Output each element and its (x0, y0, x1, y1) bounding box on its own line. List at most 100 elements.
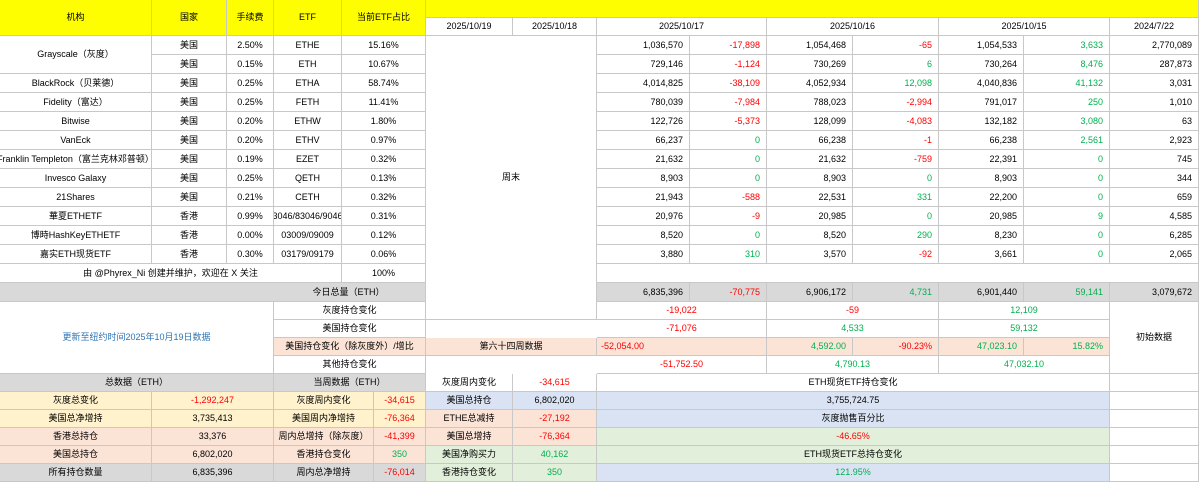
fee[interactable]: 0.99% (227, 207, 274, 226)
institution-name[interactable]: Bitwise (0, 112, 152, 131)
country[interactable]: 美国 (152, 55, 227, 74)
summary-mid-label[interactable]: 周内总净增持 (274, 464, 374, 482)
summary-current-label[interactable]: 当周数据（ETH） (274, 374, 426, 392)
country[interactable]: 美国 (152, 93, 227, 112)
gray-week-value[interactable]: -34,615 (513, 374, 597, 392)
change-value-1017[interactable]: -71,076 (597, 320, 767, 338)
holding-0722[interactable]: 2,923 (1110, 131, 1199, 150)
holding-1016[interactable]: 8,520 (767, 226, 853, 245)
etf-share[interactable]: 1.80% (342, 112, 426, 131)
change-1015[interactable]: 41,132 (1024, 74, 1110, 93)
date-2025-10-18[interactable]: 2025/10/18 (513, 18, 597, 36)
holding-1015[interactable]: 22,200 (939, 188, 1024, 207)
daily-total-1015[interactable]: 6,901,440 (939, 283, 1024, 302)
change-value-1017[interactable]: -51,752.50 (597, 356, 767, 374)
summary-right-value[interactable]: 6,802,020 (513, 392, 597, 410)
etf-ticker[interactable]: 3046/83046/9046 (274, 207, 342, 226)
holding-1015[interactable]: 8,903 (939, 169, 1024, 188)
summary-right-label[interactable]: 香港持仓变化 (426, 464, 513, 482)
change-pct-1015[interactable]: 15.82% (1024, 338, 1110, 356)
country[interactable]: 香港 (152, 245, 227, 264)
daily-total-change-1015[interactable]: 59,141 (1024, 283, 1110, 302)
change-value-1016[interactable]: 4,790.13 (767, 356, 939, 374)
change-1016[interactable]: 290 (853, 226, 939, 245)
holding-0722[interactable]: 4,585 (1110, 207, 1199, 226)
change-label[interactable]: 灰度持仓变化 (274, 302, 426, 320)
blank[interactable] (1110, 374, 1199, 392)
holding-0722[interactable]: 3,031 (1110, 74, 1199, 93)
summary-right-value[interactable]: 40,162 (513, 446, 597, 464)
summary-left-label[interactable]: 香港总持仓 (0, 428, 152, 446)
holding-1015[interactable]: 66,238 (939, 131, 1024, 150)
summary-mid-value[interactable]: -34,615 (374, 392, 426, 410)
holding-1016[interactable]: 20,985 (767, 207, 853, 226)
institution-name[interactable]: VanEck (0, 131, 152, 150)
change-1016[interactable]: -1 (853, 131, 939, 150)
update-note[interactable]: 更新至纽约时间2025年10月19日数据 (0, 302, 274, 374)
blank[interactable] (1110, 464, 1199, 482)
holding-0722[interactable]: 2,770,089 (1110, 36, 1199, 55)
etf-share[interactable]: 0.12% (342, 226, 426, 245)
holding-1017[interactable]: 8,903 (597, 169, 690, 188)
summary-right-label[interactable]: ETHE总减持 (426, 410, 513, 428)
etf-share[interactable]: 15.16% (342, 36, 426, 55)
holding-1016[interactable]: 8,903 (767, 169, 853, 188)
holding-1015[interactable]: 791,017 (939, 93, 1024, 112)
header-etf[interactable]: ETF (274, 0, 342, 36)
change-1017[interactable]: -1,124 (690, 55, 767, 74)
summary-right-value[interactable]: -27,192 (513, 410, 597, 428)
holding-0722[interactable]: 344 (1110, 169, 1199, 188)
summary-left-value[interactable]: 33,376 (152, 428, 274, 446)
etf-change-title[interactable]: ETH现货ETF持仓变化 (597, 374, 1110, 392)
country[interactable]: 美国 (152, 112, 227, 131)
blank[interactable] (1110, 410, 1199, 428)
holding-0722[interactable]: 287,873 (1110, 55, 1199, 74)
change-1016[interactable]: 12,098 (853, 74, 939, 93)
holding-1015[interactable]: 4,040,836 (939, 74, 1024, 93)
etf-share[interactable]: 0.06% (342, 245, 426, 264)
holding-1017[interactable]: 66,237 (597, 131, 690, 150)
etf-ticker[interactable]: ETHE (274, 36, 342, 55)
country[interactable]: 美国 (152, 188, 227, 207)
blank[interactable] (1110, 428, 1199, 446)
change-1016[interactable]: 0 (853, 207, 939, 226)
fee[interactable]: 0.20% (227, 112, 274, 131)
holding-1017[interactable]: 3,880 (597, 245, 690, 264)
change-1015[interactable]: 2,561 (1024, 131, 1110, 150)
holding-0722[interactable]: 2,065 (1110, 245, 1199, 264)
summary-far-value[interactable]: ETH现货ETF总持仓变化 (597, 446, 1110, 464)
credit-share[interactable]: 100% (342, 264, 426, 283)
etf-share[interactable]: 58.74% (342, 74, 426, 93)
country[interactable]: 香港 (152, 207, 227, 226)
blank[interactable] (1110, 392, 1199, 410)
institution-name[interactable]: 嘉实ETH现货ETF (0, 245, 152, 264)
change-1017[interactable]: -17,898 (690, 36, 767, 55)
summary-left-value[interactable]: 3,735,413 (152, 410, 274, 428)
change-1017[interactable]: -9 (690, 207, 767, 226)
holding-1015[interactable]: 22,391 (939, 150, 1024, 169)
summary-right-label[interactable]: 美国总增持 (426, 428, 513, 446)
summary-right-label[interactable]: 美国总持仓 (426, 392, 513, 410)
summary-total-label[interactable]: 总数据（ETH） (0, 374, 274, 392)
holding-1017[interactable]: 20,976 (597, 207, 690, 226)
holding-1017[interactable]: 21,632 (597, 150, 690, 169)
summary-mid-value[interactable]: -76,014 (374, 464, 426, 482)
fee[interactable]: 0.21% (227, 188, 274, 207)
holding-1016[interactable]: 3,570 (767, 245, 853, 264)
etf-ticker[interactable]: QETH (274, 169, 342, 188)
country[interactable]: 香港 (152, 226, 227, 245)
country[interactable]: 美国 (152, 131, 227, 150)
change-value-1015[interactable]: 59,132 (939, 320, 1110, 338)
holding-1016[interactable]: 21,632 (767, 150, 853, 169)
daily-total-0722[interactable]: 3,079,672 (1110, 283, 1199, 302)
change-1017[interactable]: -38,109 (690, 74, 767, 93)
etf-ticker[interactable]: ETHV (274, 131, 342, 150)
fee[interactable]: 2.50% (227, 36, 274, 55)
summary-far-value[interactable]: 121.95% (597, 464, 1110, 482)
holding-1017[interactable]: 4,014,825 (597, 74, 690, 93)
institution-name[interactable]: 博時HashKeyETHETF (0, 226, 152, 245)
holding-1016[interactable]: 22,531 (767, 188, 853, 207)
summary-mid-value[interactable]: 350 (374, 446, 426, 464)
holding-1017[interactable]: 21,943 (597, 188, 690, 207)
header-country[interactable]: 国家 (152, 0, 227, 36)
